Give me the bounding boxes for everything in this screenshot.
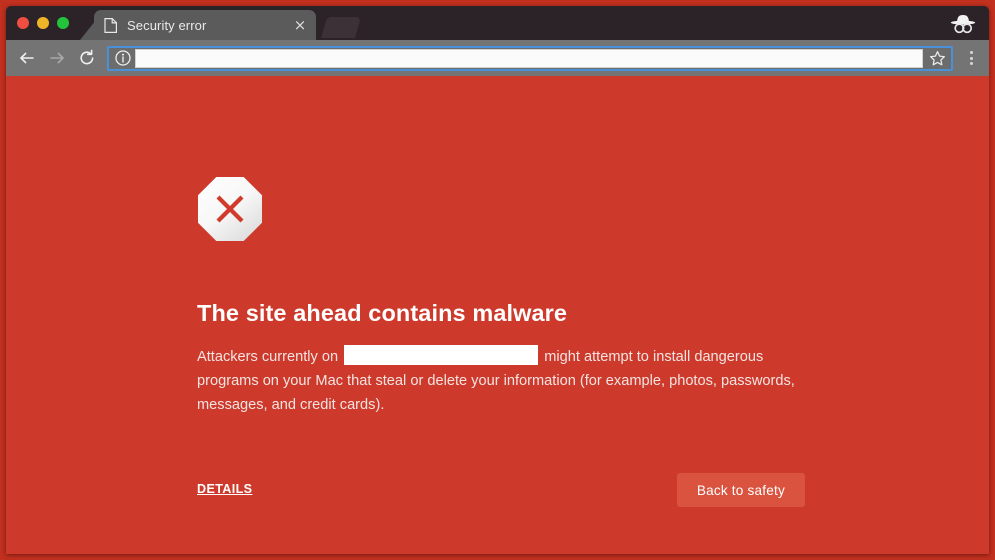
page-title: The site ahead contains malware (197, 300, 568, 326)
close-window-button[interactable] (17, 17, 29, 29)
back-to-safety-button[interactable]: Back to safety (676, 473, 805, 508)
warning-description: Attackers currently on might attempt to … (197, 345, 797, 417)
octagon-error-icon (197, 176, 263, 242)
back-arrow-icon[interactable] (12, 43, 42, 73)
three-dot-menu-icon[interactable] (959, 45, 983, 71)
details-button[interactable]: DETAILS (197, 482, 252, 496)
page-icon (104, 17, 117, 33)
screen: Security error × The site ahead contains… (0, 0, 995, 560)
url-input[interactable] (135, 48, 923, 68)
warning-content: The site ahead contains malware Attacker… (197, 76, 807, 508)
address-bar[interactable] (107, 45, 953, 71)
browser-window: Security error × The site ahead contains… (6, 6, 989, 554)
incognito-icon (946, 11, 980, 37)
minimize-window-button[interactable] (37, 17, 49, 29)
close-icon[interactable]: × (292, 17, 308, 33)
malware-warning-page: The site ahead contains malware Attacker… (6, 76, 989, 554)
zoom-window-button[interactable] (57, 17, 69, 29)
browser-toolbar (6, 40, 989, 76)
window-controls (17, 17, 69, 29)
warning-text-before: Attackers currently on (197, 349, 339, 366)
warning-actions: DETAILS Back to safety (197, 473, 805, 508)
reload-icon[interactable] (72, 43, 102, 73)
tab-strip: Security error × (6, 6, 989, 40)
tab-title: Security error (127, 17, 207, 33)
info-circle-icon[interactable] (114, 49, 132, 67)
tab-security-error[interactable]: Security error × (94, 10, 316, 40)
new-tab-button[interactable] (320, 17, 362, 38)
star-icon[interactable] (927, 48, 947, 68)
forward-arrow-icon[interactable] (42, 43, 72, 73)
redacted-domain (344, 345, 539, 366)
